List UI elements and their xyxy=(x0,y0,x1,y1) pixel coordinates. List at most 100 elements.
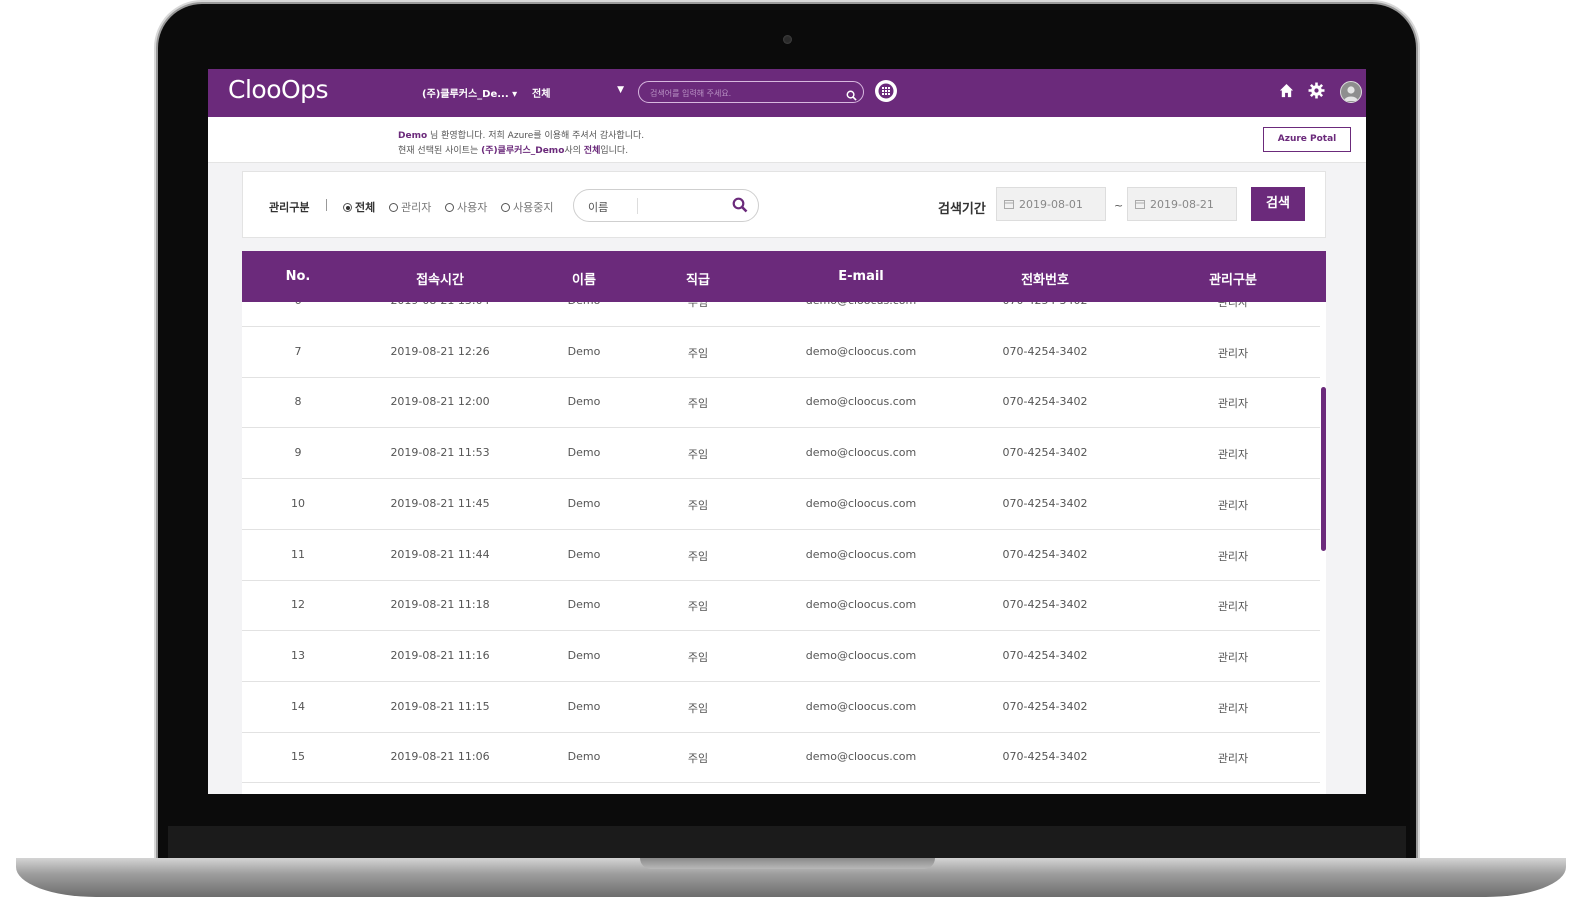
access-log-table: 62019-08-21 13:04Demo주임demo@cloocus.com0… xyxy=(242,251,1326,794)
site-suffix: 입니다. xyxy=(600,146,629,156)
cell-position: 주임 xyxy=(687,650,709,664)
cell-position: 주임 xyxy=(687,752,709,766)
table-row[interactable]: 8 2019-08-21 12:00 Demo 주임 demo@cloocus.com 0… xyxy=(242,377,1320,429)
table-row[interactable]: 14 2019-08-21 11:15 Demo 주임 demo@cloocus.com… xyxy=(242,682,1320,733)
table-scrollbar[interactable] xyxy=(1321,387,1326,551)
welcome-line-2: 현재 선택된 사이트는 (주)클루커스_Demo사의 전체입니다. xyxy=(398,143,628,156)
cell-access-time: 2019-08-21 11:44 xyxy=(390,547,490,561)
radio-unchecked-icon xyxy=(501,203,510,212)
header-phone: 전화번호 xyxy=(1021,273,1069,288)
radio-label: 사용중지 xyxy=(513,201,554,214)
cell-access-time: 2019-08-21 11:16 xyxy=(390,648,490,662)
calendar-icon xyxy=(1135,199,1145,212)
cell-role: 관리자 xyxy=(1217,346,1249,360)
date-from-value: 2019-08-01 xyxy=(1019,198,1083,211)
table-row[interactable]: 10 2019-08-21 11:45 Demo 주임 demo@cloocus.com… xyxy=(242,479,1320,530)
site-mid: 사의 xyxy=(564,146,584,156)
user-avatar-icon[interactable] xyxy=(1340,81,1362,103)
cell-position: 주임 xyxy=(687,397,709,411)
scope-selector[interactable]: 전체 ▼ xyxy=(532,85,624,100)
radio-all[interactable]: 전체 xyxy=(343,199,375,215)
cell-no: 10 xyxy=(291,496,305,510)
cell-name: Demo xyxy=(567,750,601,764)
cell-email: demo@cloocus.com xyxy=(805,699,917,713)
cell-no: 12 xyxy=(291,598,305,612)
search-field-selector[interactable]: 이름 xyxy=(588,199,608,215)
cell-role: 관리자 xyxy=(1217,752,1249,766)
laptop-bezel xyxy=(168,826,1406,860)
cell-phone: 070-4254-3402 xyxy=(1002,648,1088,662)
global-search-input[interactable] xyxy=(648,84,842,102)
cell-name: Demo xyxy=(567,648,601,662)
cell-name: Demo xyxy=(567,395,601,409)
filter-divider xyxy=(326,199,327,211)
date-range-separator: ~ xyxy=(1114,199,1124,212)
cell-position: 주임 xyxy=(687,346,709,360)
date-to-input[interactable]: 2019-08-21 xyxy=(1127,187,1237,221)
search-icon[interactable] xyxy=(732,197,748,217)
table-row[interactable]: 12 2019-08-21 11:18 Demo 주임 demo@cloocus.com… xyxy=(242,580,1320,632)
date-to-value: 2019-08-21 xyxy=(1150,198,1214,211)
table-row[interactable]: 9 2019-08-21 11:53 Demo 주임 demo@cloocus.com 0… xyxy=(242,428,1320,480)
table-row[interactable]: 7 2019-08-21 12:26 Demo 주임 demo@cloocus.com 0… xyxy=(242,327,1320,378)
name-search-box: 이름 xyxy=(573,189,759,222)
radio-admin[interactable]: 관리자 xyxy=(389,199,431,215)
current-site: (주)클루커스_Demo xyxy=(481,146,565,156)
cell-email: demo@cloocus.com xyxy=(805,446,917,460)
site-prefix: 현재 선택된 사이트는 xyxy=(398,146,482,156)
cell-email: demo@cloocus.com xyxy=(805,547,917,561)
laptop-notch xyxy=(640,858,935,869)
cell-access-time: 2019-08-21 12:00 xyxy=(390,395,490,409)
table-row[interactable]: 11 2019-08-21 11:44 Demo 주임 demo@cloocus.com… xyxy=(242,530,1320,581)
gear-icon[interactable] xyxy=(1308,82,1325,103)
cell-email: demo@cloocus.com xyxy=(805,648,917,662)
search-button[interactable]: 검색 xyxy=(1251,187,1305,221)
header-email: E-mail xyxy=(838,269,884,284)
cell-phone: 070-4254-3402 xyxy=(1002,344,1088,358)
cell-access-time: 2019-08-21 11:53 xyxy=(390,446,490,460)
cell-name: Demo xyxy=(567,446,601,460)
cell-role: 관리자 xyxy=(1217,549,1249,563)
site-selector[interactable]: (주)클루커스_De... ▾ xyxy=(422,85,517,100)
camera-icon xyxy=(783,35,792,44)
date-from-input[interactable]: 2019-08-01 xyxy=(996,187,1106,221)
cell-access-time: 2019-08-21 12:26 xyxy=(390,344,490,358)
azure-portal-button[interactable]: Azure Potal xyxy=(1263,127,1351,152)
welcome-banner: Demo 님 환영합니다. 저희 Azure를 이용해 주셔서 감사합니다. 현… xyxy=(208,117,1366,163)
cell-no: 15 xyxy=(291,750,305,764)
home-icon[interactable] xyxy=(1279,83,1294,102)
cell-no: 11 xyxy=(291,547,305,561)
cell-no: 13 xyxy=(291,648,305,662)
radio-checked-icon xyxy=(343,203,352,212)
radio-disabled[interactable]: 사용중지 xyxy=(501,199,553,215)
cell-phone: 070-4254-3402 xyxy=(1002,446,1088,460)
cell-phone: 070-4254-3402 xyxy=(1002,750,1088,764)
cell-position: 주임 xyxy=(687,600,709,614)
welcome-line-1: Demo 님 환영합니다. 저희 Azure를 이용해 주셔서 감사합니다. xyxy=(398,128,644,141)
name-search-input[interactable] xyxy=(644,197,728,217)
cell-phone: 070-4254-3402 xyxy=(1002,598,1088,612)
app-logo[interactable]: ClooOps xyxy=(228,75,329,104)
cell-role: 관리자 xyxy=(1217,600,1249,614)
cell-role: 관리자 xyxy=(1217,650,1249,664)
cell-position: 주임 xyxy=(687,498,709,512)
search-icon[interactable] xyxy=(846,86,857,105)
cell-no: 14 xyxy=(291,699,305,713)
filter-label: 관리구분 xyxy=(269,201,310,214)
cell-access-time: 2019-08-21 11:45 xyxy=(390,496,490,510)
radio-user[interactable]: 사용자 xyxy=(445,199,487,215)
cell-role: 관리자 xyxy=(1217,397,1249,411)
cell-name: Demo xyxy=(567,547,601,561)
cell-position: 주임 xyxy=(687,549,709,563)
calendar-icon xyxy=(1004,199,1014,212)
cell-name: Demo xyxy=(567,496,601,510)
table-row[interactable]: 13 2019-08-21 11:16 Demo 주임 demo@cloocus.com… xyxy=(242,631,1320,682)
cell-email: demo@cloocus.com xyxy=(805,344,917,358)
header-role: 관리구분 xyxy=(1209,273,1257,288)
table-row[interactable]: 15 2019-08-21 11:06 Demo 주임 demo@cloocus.com… xyxy=(242,732,1320,784)
current-scope: 전체 xyxy=(583,146,601,156)
cell-name: Demo xyxy=(567,699,601,713)
radio-unchecked-icon xyxy=(445,203,454,212)
app-grid-icon[interactable] xyxy=(875,80,897,102)
cell-phone: 070-4254-3402 xyxy=(1002,395,1088,409)
